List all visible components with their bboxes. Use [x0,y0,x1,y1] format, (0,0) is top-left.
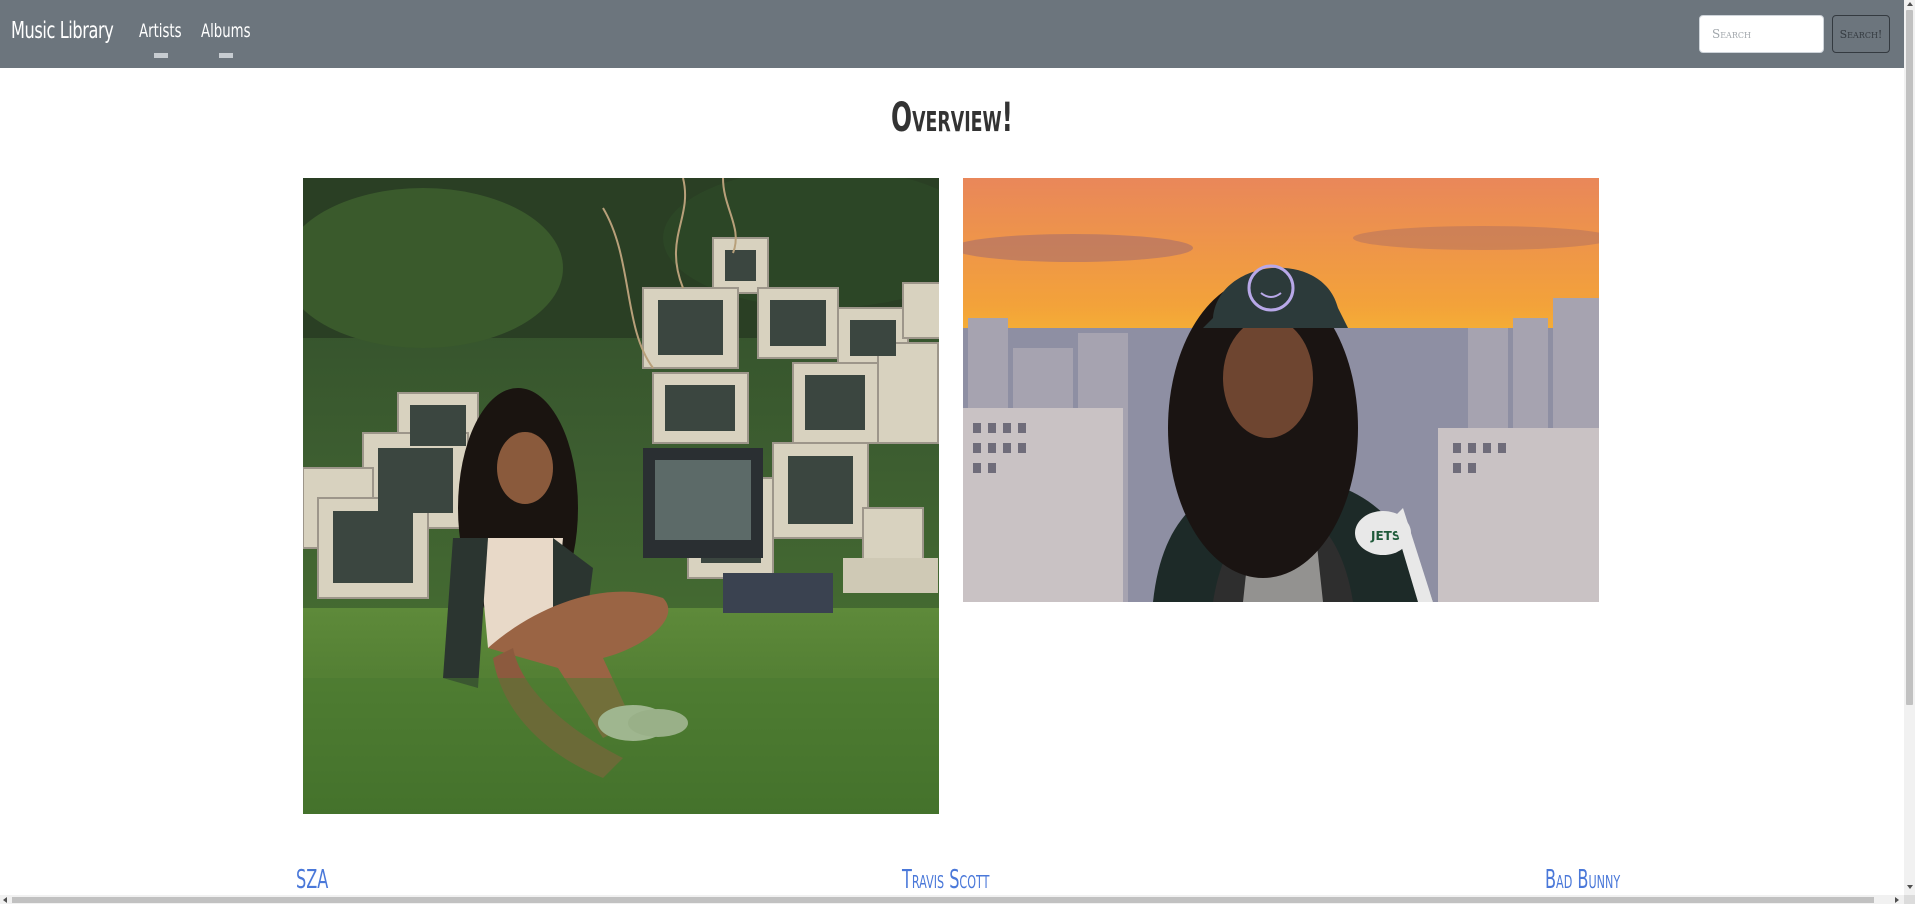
page-title: Overview! [891,95,1013,141]
artist-photo-sza-city: JETS [963,178,1599,602]
search-button[interactable]: Search! [1832,15,1890,53]
svg-text:JETS: JETS [1370,529,1401,543]
artist-link-sza[interactable]: SZA [296,865,328,895]
dropdown-caret-icon[interactable] [219,53,233,58]
scrollbar-corner [1904,895,1915,904]
scroll-right-arrow-icon[interactable] [1895,897,1899,903]
artist-link-travis-scott[interactable]: Travis Scott [902,865,989,895]
scrollbar-thumb[interactable] [1906,10,1913,705]
navbar: Music Library Artists Albums Search! [0,0,1904,68]
scroll-up-arrow-icon[interactable] [1907,2,1913,6]
scroll-down-arrow-icon[interactable] [1907,885,1913,889]
artist-photo-sza [303,178,939,814]
dropdown-caret-icon[interactable] [154,53,168,58]
artist-photo-icon [303,178,939,814]
artist-photo-icon: JETS [963,178,1599,602]
brand-link[interactable]: Music Library [11,18,114,44]
nav-link-albums[interactable]: Albums [201,20,251,42]
nav-link-artists[interactable]: Artists [139,20,182,42]
horizontal-scrollbar[interactable] [0,895,1904,904]
scroll-left-arrow-icon[interactable] [3,897,7,903]
artist-link-bad-bunny[interactable]: Bad Bunny [1545,865,1620,895]
scrollbar-thumb[interactable] [12,897,1874,903]
vertical-scrollbar[interactable] [1904,0,1915,895]
search-input[interactable] [1699,15,1824,53]
